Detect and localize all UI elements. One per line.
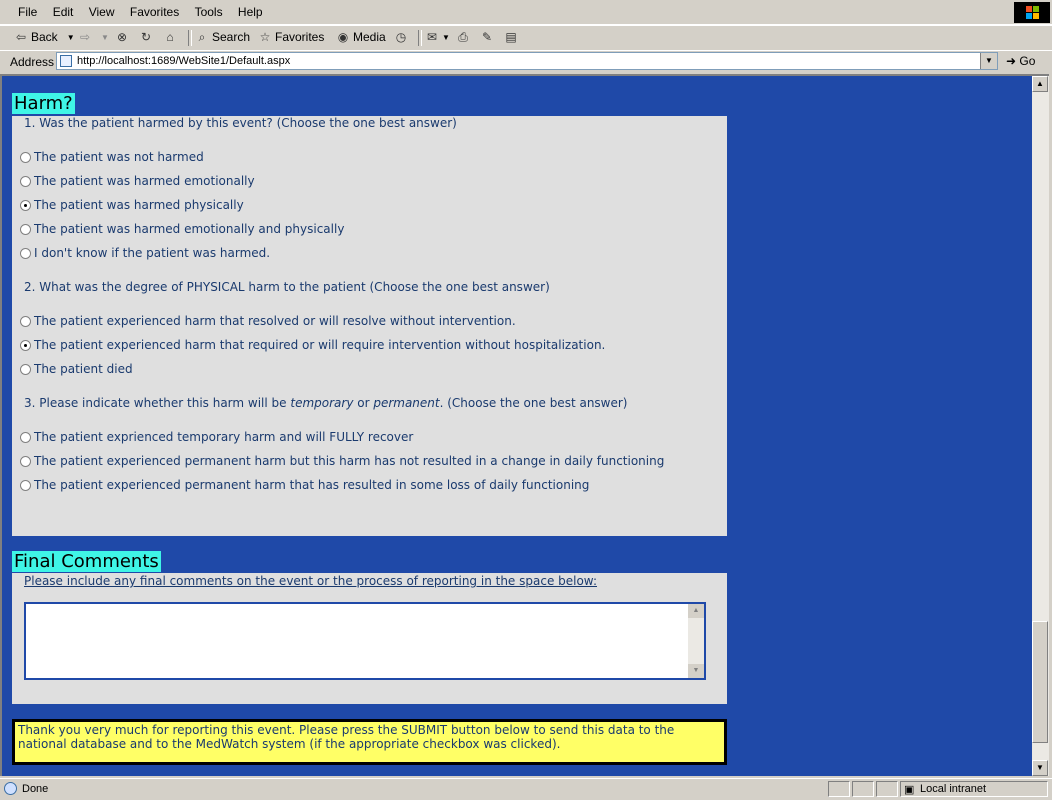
home-icon: ⌂ <box>166 30 174 44</box>
refresh-button[interactable]: ↻ <box>139 30 153 44</box>
radio-button-selected[interactable] <box>20 199 31 211</box>
scroll-down-icon[interactable]: ▼ <box>688 664 704 678</box>
q1-option[interactable]: The patient was harmed emotionally <box>20 174 255 188</box>
radio-button[interactable] <box>20 431 31 443</box>
menu-help[interactable]: Help <box>232 1 269 19</box>
back-button[interactable]: ⇦ Back ▼ <box>14 30 75 44</box>
q1-option[interactable]: The patient was harmed emotionally and p… <box>20 222 344 236</box>
scroll-down-icon[interactable]: ▼ <box>1032 760 1048 776</box>
scroll-up-icon[interactable]: ▲ <box>688 604 704 618</box>
search-button[interactable]: ⌕ Search <box>195 30 250 44</box>
menu-edit[interactable]: Edit <box>47 1 80 19</box>
mail-button[interactable]: ✉ ▼ <box>425 30 450 44</box>
harm-panel: 1. Was the patient harmed by this event?… <box>12 116 727 536</box>
back-arrow-icon: ⇦ <box>15 30 27 44</box>
status-bar: Done ▣ Local intranet <box>0 778 1052 800</box>
q2-option[interactable]: The patient experienced harm that requir… <box>20 338 605 352</box>
q3-option[interactable]: The patient exprienced temporary harm an… <box>20 430 413 444</box>
intranet-icon: ▣ <box>904 784 915 796</box>
q2-option[interactable]: The patient died <box>20 362 133 376</box>
edit-icon: ✎ <box>481 30 493 44</box>
history-icon: ◷ <box>395 30 407 44</box>
textarea-scrollbar[interactable]: ▲ ▼ <box>688 604 704 678</box>
dropdown-arrow-icon[interactable]: ▼ <box>101 33 109 42</box>
dropdown-arrow-icon[interactable]: ▼ <box>442 33 450 42</box>
favorites-button[interactable]: ☆ Favorites <box>258 30 325 44</box>
question-1: 1. Was the patient harmed by this event?… <box>24 116 457 130</box>
menu-tools[interactable]: Tools <box>189 1 229 19</box>
search-icon: ⌕ <box>198 30 206 44</box>
radio-button[interactable] <box>20 363 31 375</box>
radio-button[interactable] <box>20 223 31 235</box>
comments-textarea[interactable]: ▲ ▼ <box>24 602 706 680</box>
discuss-button[interactable]: ▤ <box>504 30 518 44</box>
refresh-icon: ↻ <box>140 30 152 44</box>
thank-you-notice: Thank you very much for reporting this e… <box>12 719 727 765</box>
menu-favorites[interactable]: Favorites <box>124 1 185 19</box>
print-icon: ⎙ <box>458 30 468 44</box>
radio-button[interactable] <box>20 247 31 259</box>
dropdown-arrow-icon[interactable]: ▼ <box>67 33 75 42</box>
stop-icon: ⊗ <box>116 30 128 44</box>
address-label: Address <box>10 55 55 69</box>
go-arrow-icon: ➜ <box>1006 54 1017 68</box>
q3-option[interactable]: The patient experienced permanent harm t… <box>20 478 589 492</box>
final-comments-title: Final Comments <box>12 551 161 572</box>
q1-option[interactable]: I don't know if the patient was harmed. <box>20 246 270 260</box>
radio-button[interactable] <box>20 151 31 163</box>
page-icon <box>60 55 72 67</box>
radio-button-selected[interactable] <box>20 339 31 351</box>
edit-button[interactable]: ✎ <box>480 30 494 44</box>
menu-view[interactable]: View <box>83 1 121 19</box>
radio-button[interactable] <box>20 315 31 327</box>
q2-option[interactable]: The patient experienced harm that resolv… <box>20 314 516 328</box>
go-button[interactable]: ➜ Go <box>1006 54 1035 68</box>
menu-bar: File Edit View Favorites Tools Help <box>0 0 1052 25</box>
q1-option[interactable]: The patient was harmed physically <box>20 198 244 212</box>
final-comments-panel: Please include any final comments on the… <box>12 573 727 704</box>
standard-toolbar: ⇦ Back ▼ ⇨ ▼ ⊗ ↻ ⌂ ⌕ Search ☆ Favorites … <box>0 25 1052 51</box>
address-input[interactable]: http://localhost:1689/WebSite1/Default.a… <box>56 52 998 70</box>
history-button[interactable]: ◷ <box>394 30 408 44</box>
page-scrollbar[interactable]: ▲ ▼ <box>1032 74 1049 776</box>
status-text: Done <box>22 783 49 795</box>
comments-label: Please include any final comments on the… <box>24 574 598 588</box>
address-dropdown-icon[interactable]: ▼ <box>980 53 997 69</box>
mail-icon: ✉ <box>426 30 438 44</box>
scroll-up-icon[interactable]: ▲ <box>1032 76 1048 92</box>
radio-button[interactable] <box>20 479 31 491</box>
media-button[interactable]: ◉ Media <box>336 30 386 44</box>
print-button[interactable]: ⎙ <box>456 30 470 44</box>
forward-arrow-icon: ⇨ <box>79 30 91 44</box>
zone-text: Local intranet <box>920 783 987 795</box>
discuss-icon: ▤ <box>505 30 517 44</box>
radio-button[interactable] <box>20 175 31 187</box>
url-text[interactable]: http://localhost:1689/WebSite1/Default.a… <box>77 55 290 67</box>
radio-button[interactable] <box>20 455 31 467</box>
question-3: 3. Please indicate whether this harm wil… <box>24 396 628 410</box>
question-2: 2. What was the degree of PHYSICAL harm … <box>24 280 550 294</box>
star-icon: ☆ <box>259 30 271 44</box>
forward-button[interactable]: ⇨ ▼ <box>78 30 109 44</box>
harm-title: Harm? <box>12 93 75 114</box>
ie-page-icon <box>4 782 17 795</box>
menu-file[interactable]: File <box>12 1 43 19</box>
address-bar: Address http://localhost:1689/WebSite1/D… <box>0 50 1052 73</box>
media-icon: ◉ <box>337 30 349 44</box>
q1-option[interactable]: The patient was not harmed <box>20 150 204 164</box>
page-content: Harm? 1. Was the patient harmed by this … <box>0 74 1032 776</box>
stop-button[interactable]: ⊗ <box>115 30 129 44</box>
home-button[interactable]: ⌂ <box>163 30 177 44</box>
windows-logo-icon <box>1014 2 1050 23</box>
q3-option[interactable]: The patient experienced permanent harm b… <box>20 454 664 468</box>
scroll-thumb[interactable] <box>1032 621 1048 743</box>
